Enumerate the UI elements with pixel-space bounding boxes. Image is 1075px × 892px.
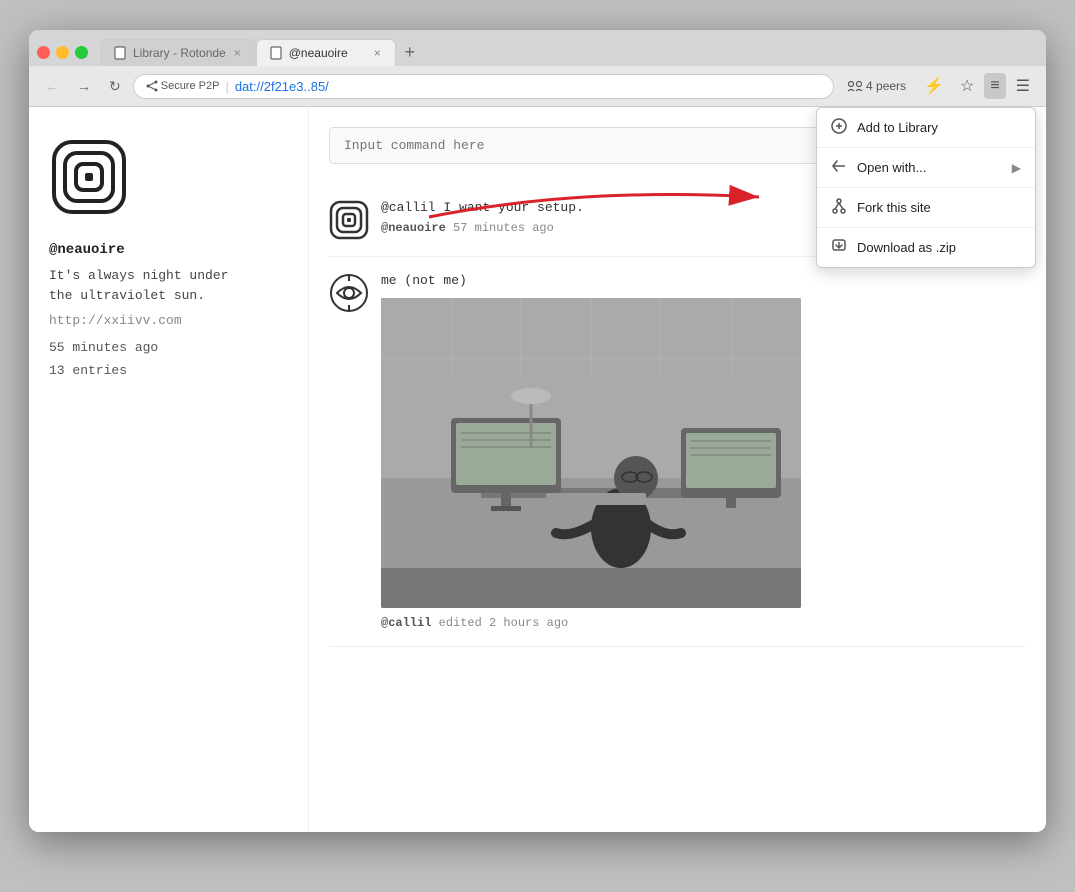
maximize-button[interactable] <box>75 46 88 59</box>
page-icon-2 <box>269 46 283 60</box>
more-menu-button[interactable]: ☰ <box>1010 72 1036 100</box>
secure-label: Secure P2P <box>161 80 220 92</box>
post-body-2: me (not me) <box>381 273 1026 630</box>
post-edited: @callil edited 2 hours ago <box>381 616 1026 630</box>
forward-button[interactable]: → <box>71 74 97 98</box>
post-image <box>381 298 801 608</box>
page-icon <box>113 46 127 60</box>
tab-close-button[interactable]: × <box>232 46 243 60</box>
avatar-2 <box>329 273 369 313</box>
tab-label-2: @neauoire <box>289 46 348 60</box>
title-bar: Library - Rotonde × @neauoire × + ← → ↻ <box>29 30 1046 107</box>
star-button[interactable]: ☆ <box>954 72 980 100</box>
avatar-icon <box>329 200 369 240</box>
avatar <box>329 200 369 240</box>
post-username-2: @callil <box>381 616 431 630</box>
browser-window: Library - Rotonde × @neauoire × + ← → ↻ <box>29 30 1046 832</box>
peers-count: 4 peers <box>866 79 906 93</box>
open-with-label: Open with... <box>857 160 1002 175</box>
submenu-arrow-icon: ▶ <box>1012 161 1021 175</box>
menu-button[interactable]: ≡ <box>984 73 1005 99</box>
back-button[interactable]: ← <box>39 74 65 98</box>
profile-bio: It's always night under the ultraviolet … <box>49 266 288 305</box>
minimize-button[interactable] <box>56 46 69 59</box>
tab-label: Library - Rotonde <box>133 46 226 60</box>
vintage-computer-scene <box>381 298 801 608</box>
site-logo <box>49 137 129 217</box>
share-icon <box>146 80 158 92</box>
add-to-library-item[interactable]: Add to Library <box>817 108 1035 148</box>
open-with-icon <box>831 158 847 177</box>
tab-neauoire[interactable]: @neauoire × <box>256 39 396 66</box>
add-to-library-label: Add to Library <box>857 120 1021 135</box>
profile-username: @neauoire <box>49 242 288 258</box>
new-tab-button[interactable]: + <box>396 38 424 66</box>
address-bar: ← → ↻ Secure P2P | dat://2f21e3..85/ <box>29 66 1046 106</box>
tab-close-button-2[interactable]: × <box>372 46 383 60</box>
fork-site-label: Fork this site <box>857 200 1021 215</box>
open-with-item[interactable]: Open with... ▶ <box>817 148 1035 188</box>
fork-icon <box>831 198 847 217</box>
download-zip-label: Download as .zip <box>857 240 1021 255</box>
dropdown-menu: Add to Library Open with... ▶ <box>816 107 1036 268</box>
toolbar-right: 4 peers ⚡ ☆ ≡ ☰ <box>840 72 1036 100</box>
fork-site-item[interactable]: Fork this site <box>817 188 1035 228</box>
address-input[interactable]: Secure P2P | dat://2f21e3..85/ <box>133 74 834 99</box>
download-zip-item[interactable]: Download as .zip <box>817 228 1035 267</box>
refresh-button[interactable]: ↻ <box>103 74 127 99</box>
avatar-icon-2 <box>329 273 369 313</box>
peers-icon <box>848 80 862 92</box>
peers-badge: 4 peers <box>840 76 914 96</box>
profile-link[interactable]: http://xxiivv.com <box>49 313 288 328</box>
download-icon <box>831 238 847 257</box>
post-text-2: me (not me) <box>381 273 1026 288</box>
lightning-button[interactable]: ⚡ <box>918 72 950 100</box>
add-library-icon <box>831 118 847 137</box>
secure-badge: Secure P2P <box>146 80 220 92</box>
list-item: me (not me) <box>329 257 1026 647</box>
post-time-2: edited 2 hours ago <box>439 616 569 630</box>
profile-meta: 55 minutes ago 13 entries <box>49 336 288 383</box>
close-button[interactable] <box>37 46 50 59</box>
tab-bar: Library - Rotonde × @neauoire × + <box>29 30 1046 66</box>
post-time: 57 minutes ago <box>453 221 554 235</box>
browser-content: @neauoire It's always night under the ul… <box>29 107 1046 832</box>
post-username: @neauoire <box>381 221 446 235</box>
tab-library[interactable]: Library - Rotonde × <box>100 39 256 66</box>
address-url: dat://2f21e3..85/ <box>235 79 329 94</box>
window-controls <box>37 46 88 59</box>
sidebar: @neauoire It's always night under the ul… <box>29 107 309 832</box>
